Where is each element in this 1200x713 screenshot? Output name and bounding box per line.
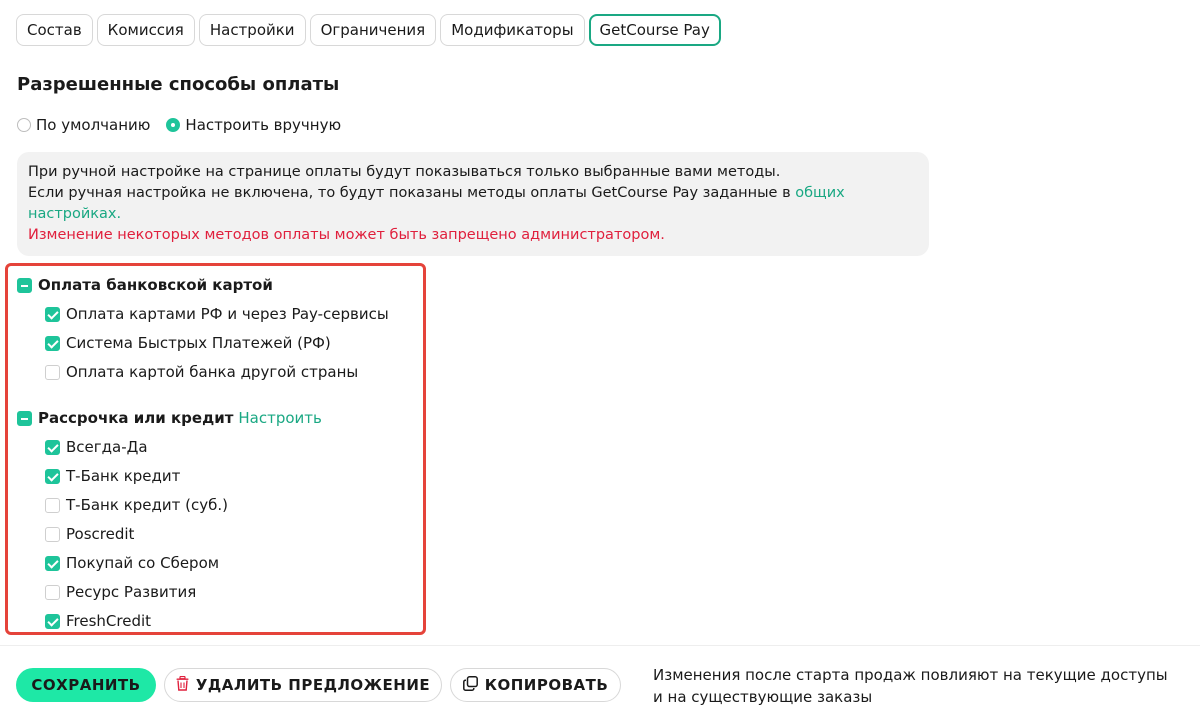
checkbox-resurs[interactable] <box>45 584 60 600</box>
tab-getcourse-pay[interactable]: GetCourse Pay <box>588 14 721 46</box>
radio-default-label: По умолчанию <box>36 116 151 134</box>
info-line-2-text: Если ручная настройка не включена, то бу… <box>28 185 796 201</box>
checkbox-foreign-card[interactable] <box>45 364 60 380</box>
copy-icon <box>462 675 478 695</box>
radio-manual-label: Настроить вручную <box>185 116 342 134</box>
group-credit[interactable]: Рассрочка или кредит Настроить <box>17 409 322 427</box>
group-card-label: Оплата банковской картой <box>38 276 273 294</box>
method-label: FreshCredit <box>66 612 152 630</box>
checkbox-card-rf[interactable] <box>45 306 60 322</box>
method-item[interactable]: Т-Банк кредит (суб.) <box>45 496 228 514</box>
radio-default[interactable] <box>17 118 31 132</box>
method-label: Всегда-Да <box>66 438 148 456</box>
method-item[interactable]: Ресурс Развития <box>45 583 196 601</box>
method-item[interactable]: Всегда-Да <box>45 438 148 456</box>
method-item[interactable]: Покупай со Сбером <box>45 554 219 572</box>
delete-offer-label: УДАЛИТЬ ПРЕДЛОЖЕНИЕ <box>195 676 431 694</box>
method-label: Т-Банк кредит <box>66 467 181 485</box>
radio-manual[interactable] <box>166 118 181 132</box>
save-button[interactable]: СОХРАНИТЬ <box>16 668 156 702</box>
method-item[interactable]: Оплата картой банка другой страны <box>45 363 358 381</box>
admin-warning: Изменение некоторых методов оплаты может… <box>28 227 665 243</box>
method-label: Оплата картой банка другой страны <box>66 363 359 381</box>
checkbox-freshcredit[interactable] <box>45 613 60 629</box>
info-box: При ручной настройке на странице оплаты … <box>17 152 929 256</box>
checkbox-tbank-credit[interactable] <box>45 468 60 484</box>
tab-modifikatory[interactable]: Модификаторы <box>440 14 585 46</box>
tab-nastroyki[interactable]: Настройки <box>198 14 306 46</box>
method-label: Оплата картами РФ и через Pay-сервисы <box>66 305 389 323</box>
radio-manual-option[interactable]: Настроить вручную <box>166 116 341 134</box>
trash-icon <box>176 675 189 695</box>
checkbox-sbp[interactable] <box>45 335 60 351</box>
method-label: Т-Банк кредит (суб.) <box>66 496 228 514</box>
section-title: Разрешенные способы оплаты <box>17 74 340 95</box>
copy-button[interactable]: КОПИРОВАТЬ <box>450 668 621 702</box>
method-label: Покупай со Сбером <box>66 554 220 572</box>
checkbox-group-credit[interactable] <box>17 410 32 426</box>
footer-note: Изменения после старта продаж повлияют н… <box>653 664 1193 708</box>
method-label: Система Быстрых Платежей (РФ) <box>66 334 331 352</box>
group-credit-label: Рассрочка или кредит <box>38 409 234 427</box>
checkbox-group-card[interactable] <box>17 277 32 293</box>
tab-bar: Состав Комиссия Настройки Ограничения Мо… <box>16 14 721 46</box>
method-label: Poscredit <box>66 525 135 543</box>
tab-sostav[interactable]: Состав <box>16 14 93 46</box>
checkbox-sber[interactable] <box>45 555 60 571</box>
info-line-2: Если ручная настройка не включена, то бу… <box>28 183 918 225</box>
method-item[interactable]: Т-Банк кредит <box>45 467 180 485</box>
radio-default-option[interactable]: По умолчанию <box>17 116 150 134</box>
payment-mode-radio-group: По умолчанию Настроить вручную <box>17 116 341 134</box>
footer-divider <box>0 645 1200 646</box>
copy-label: КОПИРОВАТЬ <box>484 676 609 694</box>
checkbox-vsegda-da[interactable] <box>45 439 60 455</box>
info-line-1: При ручной настройке на странице оплаты … <box>28 164 781 180</box>
method-label: Ресурс Развития <box>66 583 197 601</box>
method-item[interactable]: FreshCredit <box>45 612 151 630</box>
tab-komissiya[interactable]: Комиссия <box>96 14 195 46</box>
method-item[interactable]: Poscredit <box>45 525 134 543</box>
checkbox-tbank-credit-sub[interactable] <box>45 497 60 513</box>
delete-offer-button[interactable]: УДАЛИТЬ ПРЕДЛОЖЕНИЕ <box>164 668 442 702</box>
footer-note-line-2: и на существующие заказы <box>653 688 873 706</box>
method-item[interactable]: Система Быстрых Платежей (РФ) <box>45 334 331 352</box>
footer-note-line-1: Изменения после старта продаж повлияют н… <box>653 666 1168 684</box>
tab-ogranicheniya[interactable]: Ограничения <box>309 14 437 46</box>
configure-credit-link[interactable]: Настроить <box>238 409 321 427</box>
checkbox-poscredit[interactable] <box>45 526 60 542</box>
method-item[interactable]: Оплата картами РФ и через Pay-сервисы <box>45 305 389 323</box>
group-card[interactable]: Оплата банковской картой <box>17 276 273 294</box>
